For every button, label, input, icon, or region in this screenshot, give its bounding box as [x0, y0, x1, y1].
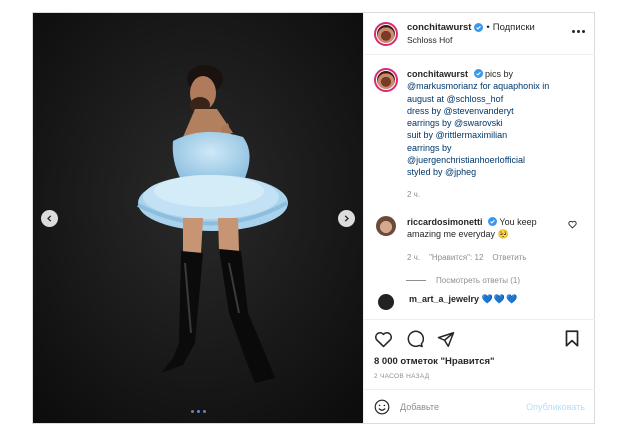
- post-timestamp[interactable]: 2 ЧАСОВ НАЗАД: [374, 373, 585, 380]
- author-username[interactable]: conchitawurst: [407, 21, 471, 34]
- verified-badge-icon: [473, 69, 483, 78]
- carousel-indicator: [33, 410, 363, 413]
- post-header: conchitawurst • Подписки Schloss Hof: [364, 13, 595, 55]
- comment-username[interactable]: riccardosimonetti: [407, 217, 483, 227]
- comment-time[interactable]: 2 ч.: [407, 252, 420, 265]
- comment-item: riccardosimonetti You keep amazing me ev…: [364, 201, 595, 265]
- view-replies-label: Посмотреть ответы (1): [436, 276, 521, 286]
- view-replies-button[interactable]: Посмотреть ответы (1): [406, 276, 595, 285]
- avatar[interactable]: [374, 21, 398, 46]
- post-actions: 8 000 отметок "Нравится" 2 ЧАСОВ НАЗАД: [364, 319, 595, 389]
- comment-text: 💙💙💙: [481, 294, 519, 305]
- comment-likes[interactable]: "Нравится": 12: [429, 252, 483, 265]
- post-media[interactable]: [33, 13, 363, 423]
- heart-icon[interactable]: [374, 331, 393, 348]
- chevron-right-icon: [344, 215, 349, 222]
- following-button[interactable]: Подписки: [493, 21, 535, 34]
- carousel-dot-active: [196, 410, 200, 413]
- post-photo: [33, 13, 363, 423]
- verified-badge-icon: [488, 216, 498, 226]
- caption-line: earrings by: [407, 142, 452, 153]
- comments-list[interactable]: conchitawurst pics by @markusmorianz for…: [364, 56, 595, 319]
- caption-line[interactable]: @markusmorianz for aquaphonix in: [407, 80, 585, 92]
- caption-line[interactable]: dress by @stevenvanderyt: [407, 105, 585, 117]
- caption-lines: @markusmorianz for aquaphonix in august …: [407, 80, 585, 178]
- caption-line[interactable]: earrings by @swarovski: [407, 117, 585, 129]
- bookmark-icon[interactable]: [565, 330, 579, 347]
- reply-button[interactable]: Ответить: [492, 252, 526, 265]
- post-side-panel: conchitawurst • Подписки Schloss Hof con…: [363, 13, 595, 423]
- caption-username[interactable]: conchitawurst: [407, 69, 468, 79]
- instagram-post: conchitawurst • Подписки Schloss Hof con…: [32, 12, 595, 424]
- carousel-prev-button[interactable]: [41, 210, 58, 227]
- caption-time[interactable]: 2 ч.: [407, 189, 585, 201]
- comment-input[interactable]: [400, 401, 500, 412]
- publish-button[interactable]: Опубликовать: [526, 402, 585, 412]
- more-icon[interactable]: [572, 30, 585, 33]
- caption-line[interactable]: august at @schloss_hof: [407, 93, 585, 105]
- comment-icon[interactable]: [406, 330, 424, 348]
- carousel-dot: [190, 410, 194, 413]
- carousel-next-button[interactable]: [338, 210, 355, 227]
- comment-emoji: 🥺: [497, 229, 509, 240]
- post-caption: conchitawurst pics by @markusmorianz for…: [364, 56, 595, 201]
- likes-count[interactable]: 8 000 отметок "Нравится": [374, 356, 585, 367]
- location-link[interactable]: Schloss Hof: [407, 34, 535, 47]
- chevron-left-icon: [47, 215, 52, 222]
- caption-line[interactable]: styled by @jpheg: [407, 166, 585, 178]
- share-icon[interactable]: [437, 331, 455, 348]
- separator-dot: •: [486, 21, 490, 33]
- verified-badge-icon: [474, 22, 484, 32]
- comment-item: m_art_a_jewelry 💙💙💙: [364, 285, 595, 311]
- caption-line[interactable]: @juergenchristianhoerlofficial: [407, 154, 585, 166]
- comment-username[interactable]: m_art_a_jewelry: [409, 294, 479, 304]
- add-comment-bar: Опубликовать: [364, 389, 595, 423]
- smile-icon[interactable]: [374, 399, 390, 415]
- caption-text-start: pics by: [485, 69, 514, 79]
- avatar[interactable]: [376, 215, 396, 236]
- avatar[interactable]: [378, 294, 394, 311]
- carousel-dot: [202, 410, 206, 413]
- avatar[interactable]: [374, 68, 398, 92]
- caption-line[interactable]: suit by @rittlermaximilian: [407, 129, 585, 141]
- heart-icon[interactable]: [568, 220, 577, 229]
